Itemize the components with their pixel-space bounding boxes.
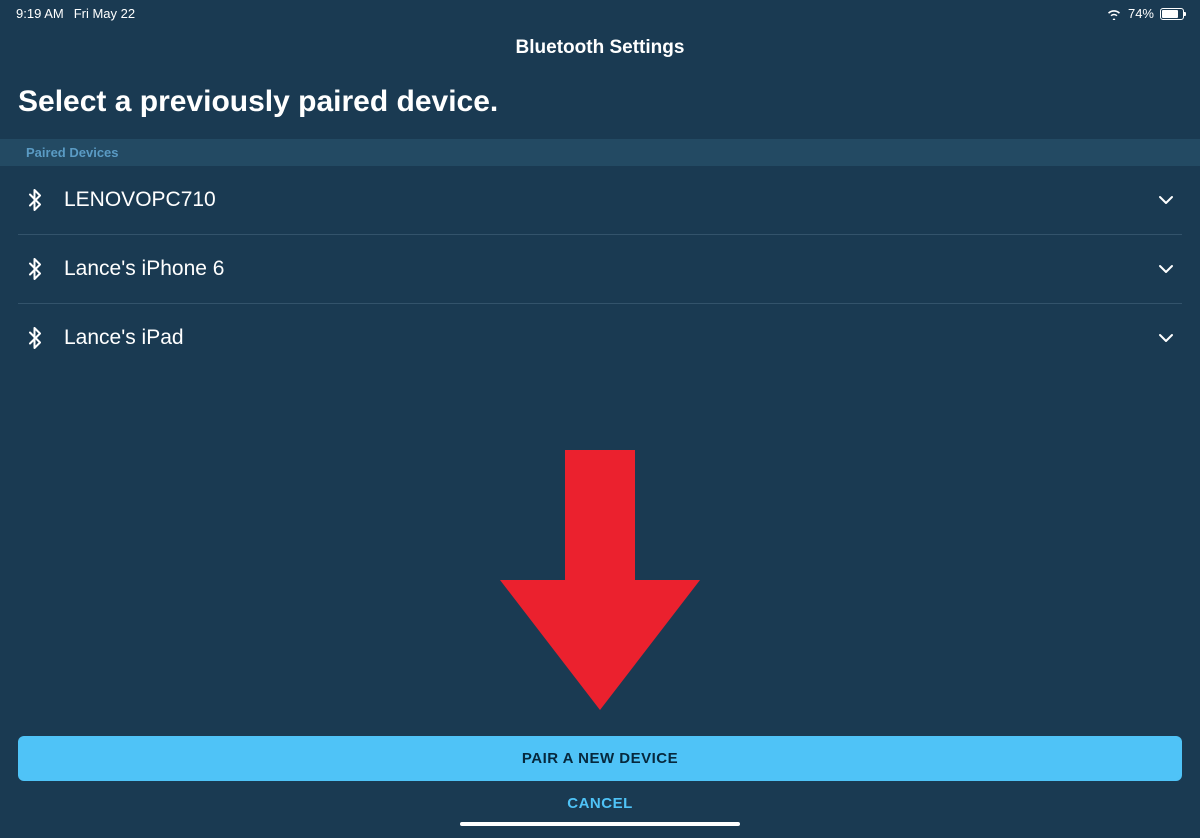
chevron-down-icon bbox=[1156, 195, 1176, 205]
device-list: LENOVOPC710 Lance's iPhone 6 Lance's iPa… bbox=[0, 166, 1200, 372]
page-heading: Select a previously paired device. bbox=[0, 77, 1200, 139]
device-row[interactable]: Lance's iPad bbox=[18, 304, 1182, 372]
device-name: LENOVOPC710 bbox=[46, 188, 1156, 212]
device-row[interactable]: LENOVOPC710 bbox=[18, 166, 1182, 235]
chevron-down-icon bbox=[1156, 333, 1176, 343]
device-row[interactable]: Lance's iPhone 6 bbox=[18, 235, 1182, 304]
pair-new-device-button[interactable]: PAIR A NEW DEVICE bbox=[18, 736, 1182, 781]
bottom-actions: PAIR A NEW DEVICE CANCEL bbox=[0, 736, 1200, 838]
section-paired-devices: Paired Devices bbox=[0, 139, 1200, 166]
status-date: Fri May 22 bbox=[74, 6, 135, 21]
cancel-button[interactable]: CANCEL bbox=[18, 781, 1182, 812]
device-name: Lance's iPhone 6 bbox=[46, 257, 1156, 281]
battery-percent: 74% bbox=[1128, 6, 1154, 21]
annotation-arrow-icon bbox=[500, 450, 700, 715]
bluetooth-icon bbox=[24, 327, 46, 349]
bluetooth-icon bbox=[24, 189, 46, 211]
chevron-down-icon bbox=[1156, 264, 1176, 274]
status-time: 9:19 AM bbox=[16, 6, 64, 21]
status-right: 74% bbox=[1106, 6, 1184, 21]
status-left: 9:19 AM Fri May 22 bbox=[16, 6, 135, 21]
wifi-icon bbox=[1106, 8, 1122, 20]
device-name: Lance's iPad bbox=[46, 326, 1156, 350]
home-indicator[interactable] bbox=[460, 822, 740, 826]
battery-icon bbox=[1160, 8, 1184, 20]
status-bar: 9:19 AM Fri May 22 74% bbox=[0, 0, 1200, 23]
bluetooth-icon bbox=[24, 258, 46, 280]
page-title: Bluetooth Settings bbox=[0, 23, 1200, 77]
